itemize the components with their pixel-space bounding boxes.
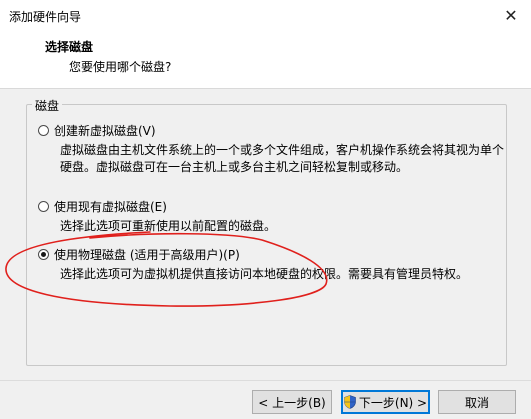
title-bar: 添加硬件向导 ✕	[0, 0, 531, 30]
footer-separator	[0, 380, 531, 381]
option-description: 选择此选项可重新使用以前配置的磁盘。	[60, 218, 276, 235]
cancel-button[interactable]: 取消	[438, 390, 516, 414]
back-button[interactable]: < 上一步(B)	[252, 390, 332, 414]
next-button-label: 下一步(N) >	[358, 395, 428, 410]
option-description: 虚拟磁盘由主机文件系统上的一个或多个文件组成，客户机操作系统会将其视为单个 硬盘…	[60, 142, 504, 176]
radio-use-existing-disk[interactable]: 使用现有虚拟磁盘(E)	[38, 198, 167, 215]
description-line: 选择此选项可为虚拟机提供直接访问本地硬盘的权限。需要具有管理员特权。	[60, 267, 469, 281]
radio-use-physical-disk[interactable]: 使用物理磁盘 (适用于高级用户)(P)	[38, 246, 240, 263]
radio-indicator[interactable]	[38, 201, 49, 212]
next-button[interactable]: 下一步(N) >	[341, 390, 430, 414]
wizard-header: 选择磁盘 您要使用哪个磁盘?	[0, 30, 531, 89]
radio-create-new-disk[interactable]: 创建新虚拟磁盘(V)	[38, 122, 156, 139]
disk-group-label: 磁盘	[32, 97, 63, 114]
radio-label: 使用现有虚拟磁盘(E)	[54, 200, 167, 214]
radio-label: 创建新虚拟磁盘(V)	[54, 124, 156, 138]
radio-label: 使用物理磁盘 (适用于高级用户)(P)	[54, 248, 240, 262]
close-icon[interactable]: ✕	[491, 0, 531, 30]
description-line: 选择此选项可重新使用以前配置的磁盘。	[60, 219, 277, 233]
uac-shield-icon	[344, 395, 356, 409]
window-title: 添加硬件向导	[9, 10, 82, 24]
radio-indicator[interactable]	[38, 249, 49, 260]
page-subtitle: 您要使用哪个磁盘?	[69, 60, 172, 74]
description-line: 虚拟磁盘由主机文件系统上的一个或多个文件组成，客户机操作系统会将其视为单个	[60, 143, 505, 157]
radio-indicator[interactable]	[38, 125, 49, 136]
option-description: 选择此选项可为虚拟机提供直接访问本地硬盘的权限。需要具有管理员特权。	[60, 266, 468, 283]
description-line: 硬盘。虚拟磁盘可在一台主机上或多台主机之间轻松复制或移动。	[60, 160, 409, 174]
page-title: 选择磁盘	[45, 40, 94, 54]
